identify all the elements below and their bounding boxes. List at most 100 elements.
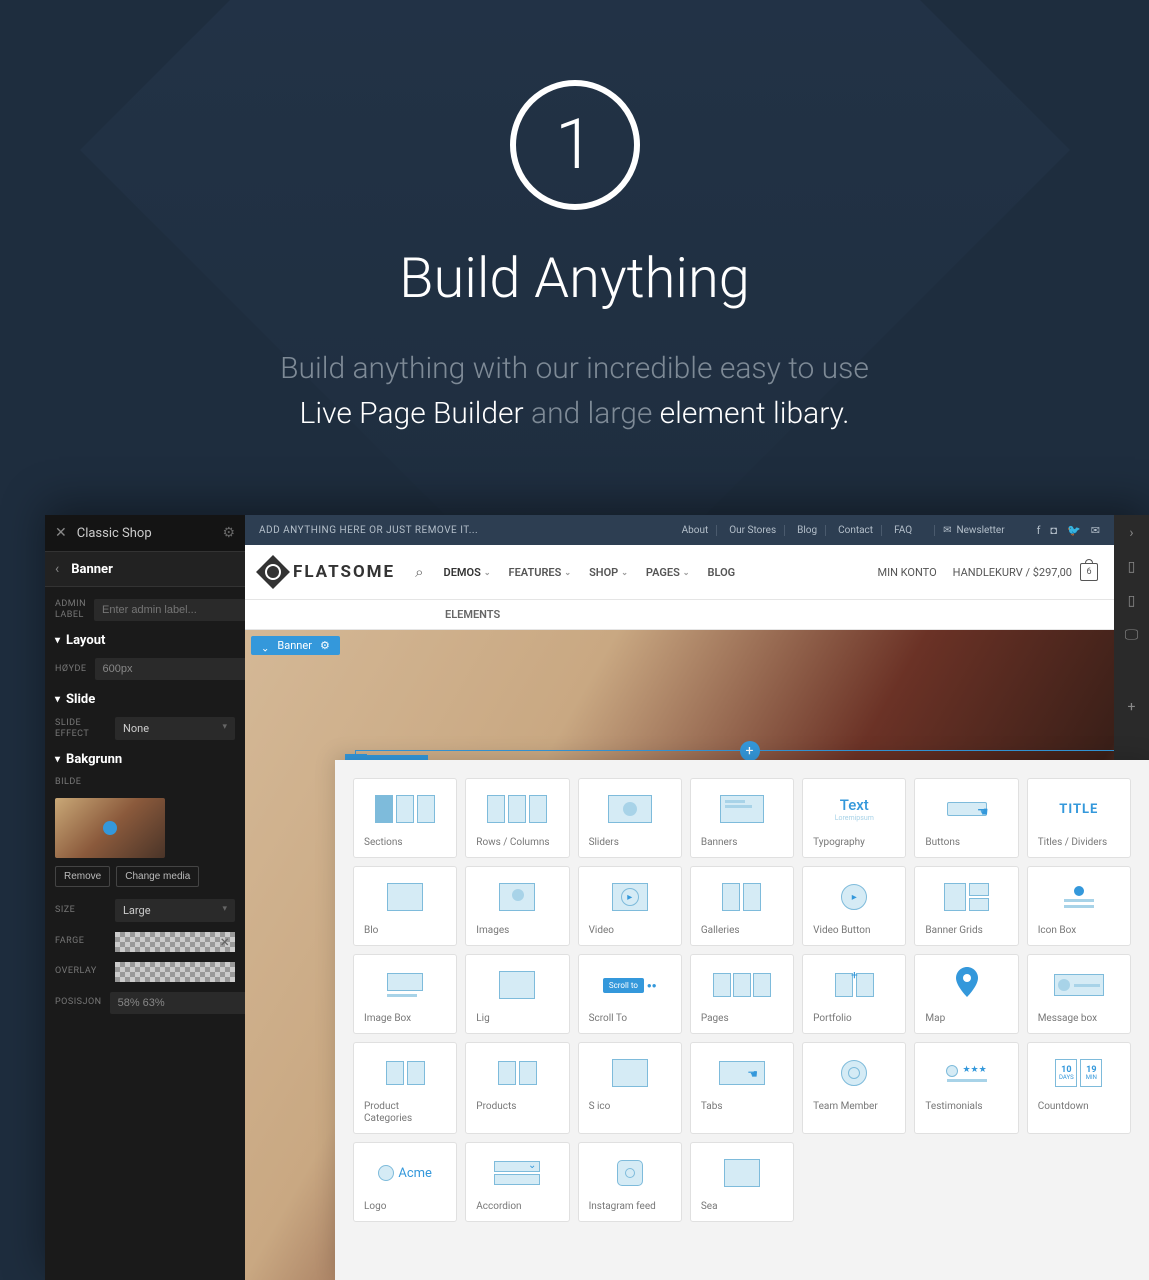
plus-icon[interactable]: + xyxy=(1128,699,1136,715)
newsletter-link[interactable]: ✉ Newsletter xyxy=(934,525,1012,536)
generic-icon xyxy=(364,877,446,917)
video-icon: ▸ xyxy=(589,877,671,917)
library-card[interactable]: Icon Box xyxy=(1027,866,1131,946)
library-card[interactable]: Image Box xyxy=(353,954,457,1034)
library-card[interactable]: ▸Video Button xyxy=(802,866,906,946)
library-card[interactable]: Product Categories xyxy=(353,1042,457,1134)
library-card[interactable]: Pages xyxy=(690,954,794,1034)
testimonials-icon: ★★★ xyxy=(925,1053,1007,1093)
banner-tag[interactable]: Banner ⚙ xyxy=(251,636,340,655)
remove-button[interactable]: Remove xyxy=(55,866,110,887)
countdown-icon: 10DAYS19MIN xyxy=(1038,1053,1120,1093)
slide-effect-select[interactable]: None xyxy=(115,717,235,740)
tabs-icon: ☚ xyxy=(701,1053,783,1093)
gear-icon[interactable]: ⚙ xyxy=(222,525,235,541)
images-icon xyxy=(476,877,558,917)
library-card[interactable]: Map xyxy=(914,954,1018,1034)
twitter-icon[interactable]: 🐦 xyxy=(1067,524,1081,537)
chevron-down-icon: ⌄ xyxy=(621,568,628,577)
library-card[interactable]: Banners xyxy=(690,778,794,858)
add-element-icon[interactable]: + xyxy=(740,741,760,761)
admin-label-input[interactable] xyxy=(94,599,245,621)
library-card[interactable]: Message box xyxy=(1027,954,1131,1034)
instagram-icon[interactable]: ◘ xyxy=(1050,524,1057,537)
section-layout[interactable]: Layout xyxy=(55,633,235,648)
nav-shop[interactable]: SHOP⌄ xyxy=(589,566,628,579)
topbar-link[interactable]: Blog xyxy=(789,525,826,536)
library-card[interactable]: Team Member xyxy=(802,1042,906,1134)
generic-icon xyxy=(476,965,558,1005)
change-media-button[interactable]: Change media xyxy=(116,866,199,887)
hoyde-input[interactable] xyxy=(95,658,245,680)
library-card[interactable]: +Portfolio xyxy=(802,954,906,1034)
library-card[interactable]: Blo xyxy=(353,866,457,946)
phone-icon[interactable]: ▯ xyxy=(1128,593,1136,609)
library-card[interactable]: Sliders xyxy=(578,778,682,858)
section-slide[interactable]: Slide xyxy=(55,692,235,707)
facebook-icon[interactable]: f xyxy=(1037,524,1041,537)
library-card[interactable]: TITLETitles / Dividers xyxy=(1027,778,1131,858)
map-icon xyxy=(925,965,1007,1005)
library-card[interactable]: Rows / Columns xyxy=(465,778,569,858)
library-card-label: Accordion xyxy=(476,1201,558,1213)
topbar-link[interactable]: Contact xyxy=(830,525,882,536)
gear-icon[interactable]: ⚙ xyxy=(320,639,330,652)
library-card[interactable]: ▸Video xyxy=(578,866,682,946)
tablet-icon[interactable]: ▯ xyxy=(1128,559,1136,575)
close-icon[interactable]: ✕ xyxy=(55,525,67,541)
size-select[interactable]: Large xyxy=(115,899,235,922)
chevron-right-icon[interactable]: › xyxy=(1129,525,1133,541)
library-card-label: Blo xyxy=(364,925,446,937)
library-card-label: Typography xyxy=(813,837,895,849)
nav-demos[interactable]: DEMOS⌄ xyxy=(444,566,491,579)
library-card-label: Portfolio xyxy=(813,1013,895,1025)
topbar-link[interactable]: About xyxy=(674,525,718,536)
posisjon-input[interactable] xyxy=(110,992,245,1014)
desktop-icon[interactable]: 🖵 xyxy=(1125,627,1139,643)
search-icon[interactable]: ⌕ xyxy=(415,563,423,581)
library-card[interactable]: TextLoremipsumTypography xyxy=(802,778,906,858)
overlay-swatch[interactable] xyxy=(115,962,235,982)
library-card[interactable]: S ico xyxy=(578,1042,682,1134)
library-card-label: S ico xyxy=(589,1101,671,1113)
logo[interactable]: FLATSOME xyxy=(261,560,395,584)
library-card[interactable]: ☚Buttons xyxy=(914,778,1018,858)
library-card[interactable]: Images xyxy=(465,866,569,946)
library-card[interactable]: Sections xyxy=(353,778,457,858)
library-card[interactable]: AcmeLogo xyxy=(353,1142,457,1222)
library-card[interactable]: ★★★Testimonials xyxy=(914,1042,1018,1134)
email-icon[interactable]: ✉ xyxy=(1091,524,1100,537)
element-library: SectionsRows / Columns Sliders BannersText… xyxy=(335,760,1149,1280)
library-card[interactable]: ☚ Tabs xyxy=(690,1042,794,1134)
library-card[interactable]: Products xyxy=(465,1042,569,1134)
library-card[interactable]: Scroll to●●Scroll To xyxy=(578,954,682,1034)
cart-link[interactable]: HANDLEKURV / $297,00 6 xyxy=(953,563,1098,581)
topbar-link[interactable]: FAQ xyxy=(886,525,920,536)
nav-features[interactable]: FEATURES⌄ xyxy=(509,566,572,579)
bilde-label: BILDE xyxy=(55,777,107,788)
library-card[interactable]: Instagram feed xyxy=(578,1142,682,1222)
farge-swatch[interactable] xyxy=(115,932,235,952)
library-card-label: Lig xyxy=(476,1013,558,1025)
nav-sub[interactable]: ELEMENTS xyxy=(245,600,1114,630)
library-card[interactable]: Galleries xyxy=(690,866,794,946)
library-card-label: Sliders xyxy=(589,837,671,849)
account-link[interactable]: MIN KONTO xyxy=(878,566,937,579)
nav-blog[interactable]: BLOG xyxy=(708,566,736,579)
library-card[interactable]: Sea xyxy=(690,1142,794,1222)
library-card-label: Map xyxy=(925,1013,1007,1025)
section-bakgrunn[interactable]: Bakgrunn xyxy=(55,752,235,767)
prodcat-icon xyxy=(364,1053,446,1093)
library-card[interactable]: Lig xyxy=(465,954,569,1034)
library-card[interactable]: 10DAYS19MINCountdown xyxy=(1027,1042,1131,1134)
vbutton-icon: ▸ xyxy=(813,877,895,917)
back-icon[interactable]: ‹ xyxy=(55,561,59,577)
hero-subtitle: Build anything with our incredible easy … xyxy=(0,346,1149,436)
library-card-label: Tabs xyxy=(701,1101,783,1113)
library-card[interactable]: Banner Grids xyxy=(914,866,1018,946)
nav-pages[interactable]: PAGES⌄ xyxy=(646,566,690,579)
background-thumbnail[interactable] xyxy=(55,798,165,858)
library-card[interactable]: ⌄Accordion xyxy=(465,1142,569,1222)
topbar-link[interactable]: Our Stores xyxy=(721,525,785,536)
banners-icon xyxy=(701,789,783,829)
